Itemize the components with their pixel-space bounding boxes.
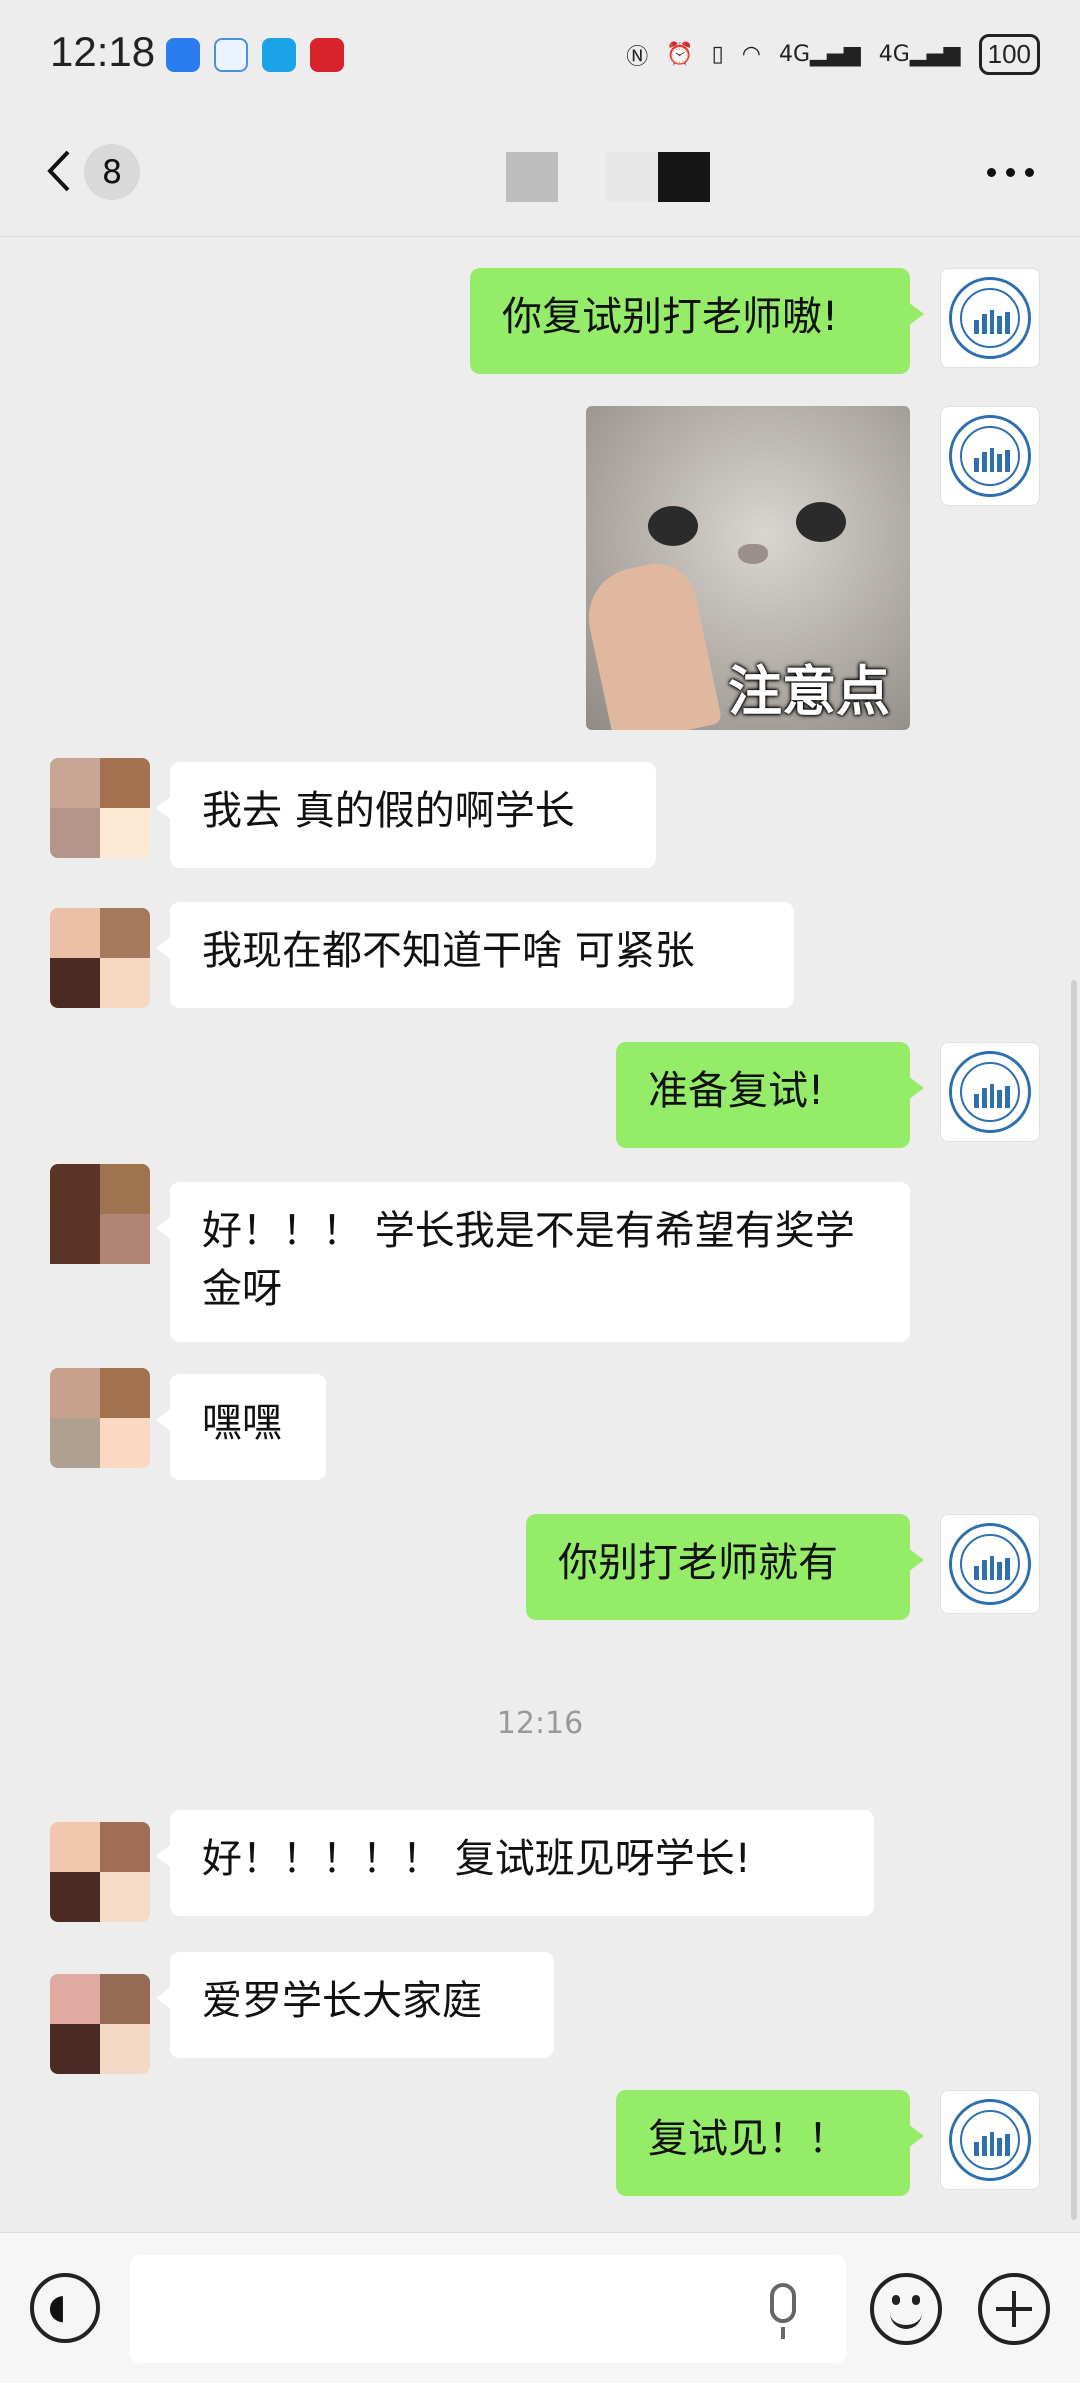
contact-avatar[interactable] (50, 1368, 150, 1468)
contact-avatar[interactable] (50, 1974, 150, 2074)
chat-title-redacted (606, 152, 658, 202)
message-bubble-sent[interactable]: 你复试别打老师嗷! (470, 268, 924, 374)
mic-icon-stand (781, 2327, 785, 2339)
message-bubble-received[interactable]: 好！！！！！ 复试班见呀学长! (156, 1810, 874, 1916)
voice-icon: ◖ (48, 2287, 66, 2327)
contact-avatar[interactable] (50, 908, 150, 1008)
sticker-message[interactable]: 注意点 (586, 406, 910, 730)
nfc-icon: Ⓝ (626, 44, 649, 70)
message-input[interactable] (130, 2255, 846, 2363)
my-avatar[interactable] (940, 1042, 1040, 1142)
message-bubble-sent[interactable]: 准备复试! (616, 1042, 924, 1148)
status-app-icons (166, 38, 344, 72)
message-bubble-received[interactable]: 好！！！ 学长我是不是有希望有奖学金呀 (156, 1182, 910, 1342)
my-avatar[interactable] (940, 406, 1040, 506)
message-bubble-received[interactable]: 爱罗学长大家庭 (156, 1952, 554, 2058)
emoji-button[interactable] (870, 2273, 942, 2345)
message-bubble-sent[interactable]: 你别打老师就有 (526, 1514, 924, 1620)
sticker-finger (586, 556, 723, 730)
message-bubble-sent[interactable]: 复试见！！ (616, 2090, 924, 2196)
alarm-icon: ⏰ (666, 42, 694, 67)
my-avatar[interactable] (940, 1514, 1040, 1614)
k-app-notification-icon (262, 38, 296, 72)
status-indicators: Ⓝ ⏰ ▯ ◠ 4G▂▄▆ 4G▂▄▆ 100 (626, 34, 1040, 75)
status-bar: 12:18 Ⓝ ⏰ ▯ ◠ 4G▂▄▆ 4G▂▄▆ 100 (0, 0, 1080, 110)
chat-title-redacted (658, 152, 710, 202)
mic-icon[interactable] (770, 2283, 796, 2323)
my-avatar[interactable] (940, 268, 1040, 368)
chat-scrollbar[interactable] (1071, 980, 1077, 2220)
contact-avatar[interactable] (50, 1822, 150, 1922)
more-icon[interactable] (987, 168, 1034, 177)
signal-1-icon: 4G▂▄▆ (778, 42, 861, 67)
battery-indicator: 100 (978, 34, 1040, 75)
app-notification-icon (166, 38, 200, 72)
message-bubble-received[interactable]: 嘿嘿 (156, 1374, 326, 1480)
message-bubble-received[interactable]: 我去 真的假的啊学长 (156, 762, 656, 868)
chat-title-redacted (506, 152, 558, 202)
unread-count-badge[interactable]: 8 (84, 144, 140, 200)
sticker-cat-eye (796, 502, 846, 542)
more-actions-button[interactable] (978, 2273, 1050, 2345)
sticker-caption: 注意点 (728, 660, 890, 723)
voice-toggle-button[interactable]: ◖ (30, 2273, 100, 2343)
sticker-cat-nose (738, 544, 768, 564)
message-bubble-received[interactable]: 我现在都不知道干啥 可紧张 (156, 902, 794, 1008)
contact-avatar[interactable] (50, 758, 150, 858)
chat-header: 8 (0, 110, 1080, 237)
back-icon[interactable] (40, 146, 80, 196)
signal-2-icon: 4G▂▄▆ (878, 42, 961, 67)
contact-avatar[interactable] (50, 1164, 150, 1314)
calendar-notification-icon (214, 38, 248, 72)
my-avatar[interactable] (940, 2090, 1040, 2190)
sticker-cat-eye (648, 506, 698, 546)
status-time: 12:18 (50, 28, 156, 75)
chat-input-bar: ◖ (0, 2232, 1080, 2383)
vibrate-icon: ▯ (711, 42, 724, 67)
byd-app-notification-icon (310, 38, 344, 72)
wifi-icon: ◠ (741, 42, 761, 67)
time-divider: 12:16 (496, 1706, 584, 1741)
